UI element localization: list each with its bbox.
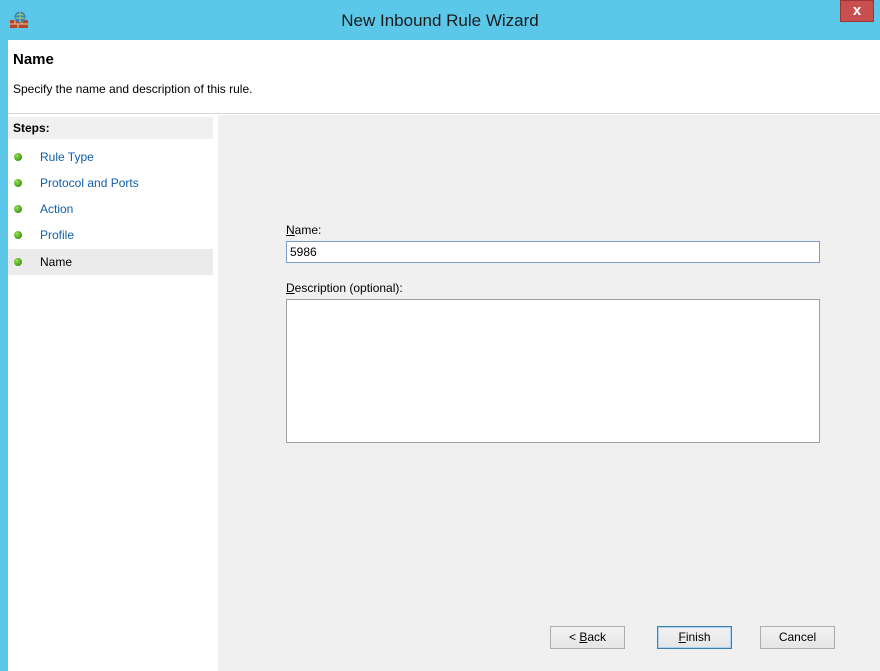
page-title: Name	[13, 51, 54, 68]
window-title: New Inbound Rule Wizard	[341, 11, 539, 30]
step-complete-icon	[14, 179, 22, 187]
name-label-text: ame:	[294, 223, 322, 237]
step-complete-icon	[14, 153, 22, 161]
title-bar[interactable]: New Inbound Rule Wizard x	[0, 0, 880, 40]
wizard-content-pane: Name: Description (optional): < Back Fin…	[218, 115, 880, 671]
step-current-icon	[14, 258, 22, 266]
header-divider	[8, 113, 880, 114]
name-label-mnemonic: N	[286, 223, 295, 237]
back-button-prefix: <	[568, 630, 580, 644]
step-label: Name	[40, 255, 73, 269]
step-name-current: Name	[8, 249, 213, 275]
close-icon: x	[852, 2, 862, 19]
close-button[interactable]: x	[840, 0, 874, 22]
description-label-mnemonic: D	[286, 281, 295, 295]
steps-heading: Steps:	[8, 117, 213, 139]
step-label: Action	[40, 202, 74, 216]
description-label-text: escription (optional):	[294, 281, 403, 295]
step-action[interactable]: Action	[8, 196, 213, 222]
steps-pane: Steps: Rule Type Protocol and Ports Acti…	[8, 115, 218, 671]
name-field[interactable]	[286, 241, 820, 263]
step-label: Profile	[40, 228, 75, 242]
back-button[interactable]: < Back	[550, 626, 625, 649]
step-protocol-and-ports[interactable]: Protocol and Ports	[8, 170, 213, 196]
page-subtitle: Specify the name and description of this…	[13, 82, 253, 96]
finish-button[interactable]: Finish	[657, 626, 732, 649]
wizard-header: Name Specify the name and description of…	[8, 40, 880, 113]
description-field-label: Description (optional):	[286, 281, 403, 295]
step-complete-icon	[14, 231, 22, 239]
step-complete-icon	[14, 205, 22, 213]
finish-button-label: inish	[685, 630, 711, 644]
step-rule-type[interactable]: Rule Type	[8, 144, 213, 170]
wizard-window: New Inbound Rule Wizard x Name Specify t…	[0, 0, 880, 671]
wizard-client-area: Name Specify the name and description of…	[8, 40, 880, 671]
cancel-button[interactable]: Cancel	[760, 626, 835, 649]
back-button-label: ack	[587, 630, 607, 644]
name-field-label: Name:	[286, 223, 321, 237]
step-label: Protocol and Ports	[40, 176, 139, 190]
step-profile[interactable]: Profile	[8, 222, 213, 248]
description-field[interactable]	[286, 299, 820, 443]
step-label: Rule Type	[40, 150, 94, 164]
finish-button-mnemonic: F	[678, 630, 686, 644]
